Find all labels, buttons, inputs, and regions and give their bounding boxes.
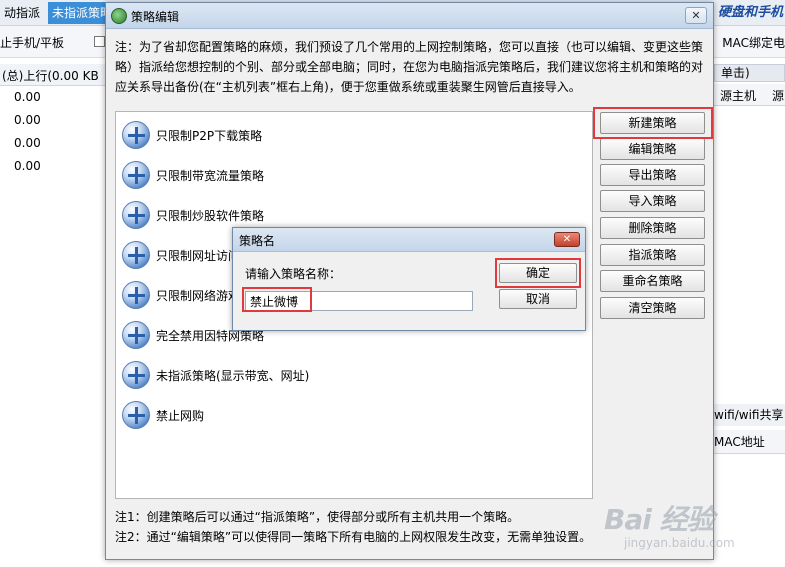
strategy-label: 只限制带宽流量策略 — [156, 169, 265, 183]
background-grid-cell: 0.00 — [14, 136, 41, 150]
footnote-2: 注2：通过“编辑策略”可以使得同一策略下所有电脑的上网权限发生改变，无需单独设置… — [115, 530, 592, 544]
background-grid-cell: 0.00 — [14, 113, 41, 127]
strategy-move-icon — [122, 361, 150, 389]
note-line: 略）指派给您想控制的个别、部分或全部电脑；同时，在您为电脑指派完策略后，我们建议… — [115, 60, 704, 74]
background-col-mac: MAC地址 — [714, 430, 785, 454]
background-grid-cell: 0.00 — [14, 90, 41, 104]
background-banner-text: 硬盘和手机 — [717, 5, 783, 20]
assign-strategy-button[interactable]: 指派策略 — [600, 244, 705, 266]
note-line: 注：为了省却您配置策略的麻烦，我们预设了几个常用的上网控制策略，您可以直接（也可… — [115, 40, 704, 54]
background-toolbar-checkbox[interactable] — [94, 36, 105, 47]
edit-strategy-button[interactable]: 编辑策略 — [600, 138, 705, 160]
background-toolbar-label-right: MAC绑定电 — [722, 36, 785, 50]
strategy-item-unassigned[interactable]: 未指派策略(显示带宽、网址) — [122, 359, 552, 391]
highlight-new-strategy — [593, 107, 713, 139]
strategy-item-no-shopping[interactable]: 禁止网购 — [122, 399, 552, 431]
dialog-note: 注：为了省却您配置策略的麻烦，我们预设了几个常用的上网控制策略，您可以直接（也可… — [115, 37, 710, 97]
background-right-header: 源主机 源 — [714, 84, 785, 106]
sub-dialog-titlebar[interactable]: 策略名 ✕ — [233, 228, 585, 252]
strategy-move-icon — [122, 321, 150, 349]
footnote-1: 注1：创建策略后可以通过“指派策略”，使得部分或所有主机共用一个策略。 — [115, 510, 520, 524]
delete-strategy-button[interactable]: 删除策略 — [600, 217, 705, 239]
strategy-move-icon — [122, 201, 150, 229]
highlight-ok-button — [495, 258, 581, 288]
strategy-label: 未指派策略(显示带宽、网址) — [156, 369, 310, 383]
strategy-item-p2p[interactable]: 只限制P2P下载策略 — [122, 119, 552, 151]
strategy-move-icon — [122, 161, 150, 189]
close-icon[interactable]: ✕ — [554, 232, 580, 247]
background-toolbar-label: 止手机/平板 — [0, 36, 65, 50]
strategy-label: 只限制P2P下载策略 — [156, 129, 263, 143]
cancel-button[interactable]: 取消 — [499, 289, 577, 309]
background-right-tab[interactable]: 单击) — [714, 64, 785, 82]
sub-dialog-title: 策略名 — [239, 234, 276, 248]
strategy-name-dialog: 策略名 ✕ 请输入策略名称： 确定 取消 — [232, 227, 586, 331]
baidu-jingyan-watermark: Bai 经验 jingyan.baidu.com — [604, 496, 782, 564]
background-tab-wifi[interactable]: wifi/wifi共享 — [714, 404, 785, 426]
import-strategy-button[interactable]: 导入策略 — [600, 190, 705, 212]
rename-strategy-button[interactable]: 重命名策略 — [600, 270, 705, 292]
dialog-titlebar[interactable]: 策略编辑 ✕ — [106, 3, 713, 29]
strategy-label: 只限制炒股软件策略 — [156, 209, 265, 223]
strategy-move-icon — [122, 241, 150, 269]
note-line: 应关系导出备份(在“主机列表”框右上角)，便于您重做系统或重装聚生网管后直接导入… — [115, 80, 581, 94]
export-strategy-button[interactable]: 导出策略 — [600, 164, 705, 186]
strategy-item-bandwidth[interactable]: 只限制带宽流量策略 — [122, 159, 552, 191]
watermark-logo: Bai 经验 — [604, 503, 715, 536]
strategy-move-icon — [122, 281, 150, 309]
background-grid-cell: 0.00 — [14, 159, 41, 173]
clear-strategy-button[interactable]: 清空策略 — [600, 297, 705, 319]
strategy-label: 禁止网购 — [156, 409, 205, 423]
highlight-name-input — [242, 287, 312, 312]
strategy-name-prompt: 请输入策略名称： — [245, 267, 342, 281]
watermark-url: jingyan.baidu.com — [624, 536, 735, 550]
background-tab-auto-assign[interactable]: 动指派 — [0, 2, 44, 24]
strategy-move-icon — [122, 401, 150, 429]
app-logo-icon — [111, 8, 127, 24]
dialog-title: 策略编辑 — [131, 10, 180, 24]
background-col-source-host: 源主机 — [720, 89, 757, 103]
background-grid-header-upload: (总)上行(0.00 KB — [2, 69, 99, 83]
background-col-source: 源 — [772, 89, 785, 103]
close-icon[interactable]: ✕ — [685, 7, 707, 24]
strategy-move-icon — [122, 121, 150, 149]
background-grid-header: (总)上行(0.00 KB — [0, 64, 105, 86]
